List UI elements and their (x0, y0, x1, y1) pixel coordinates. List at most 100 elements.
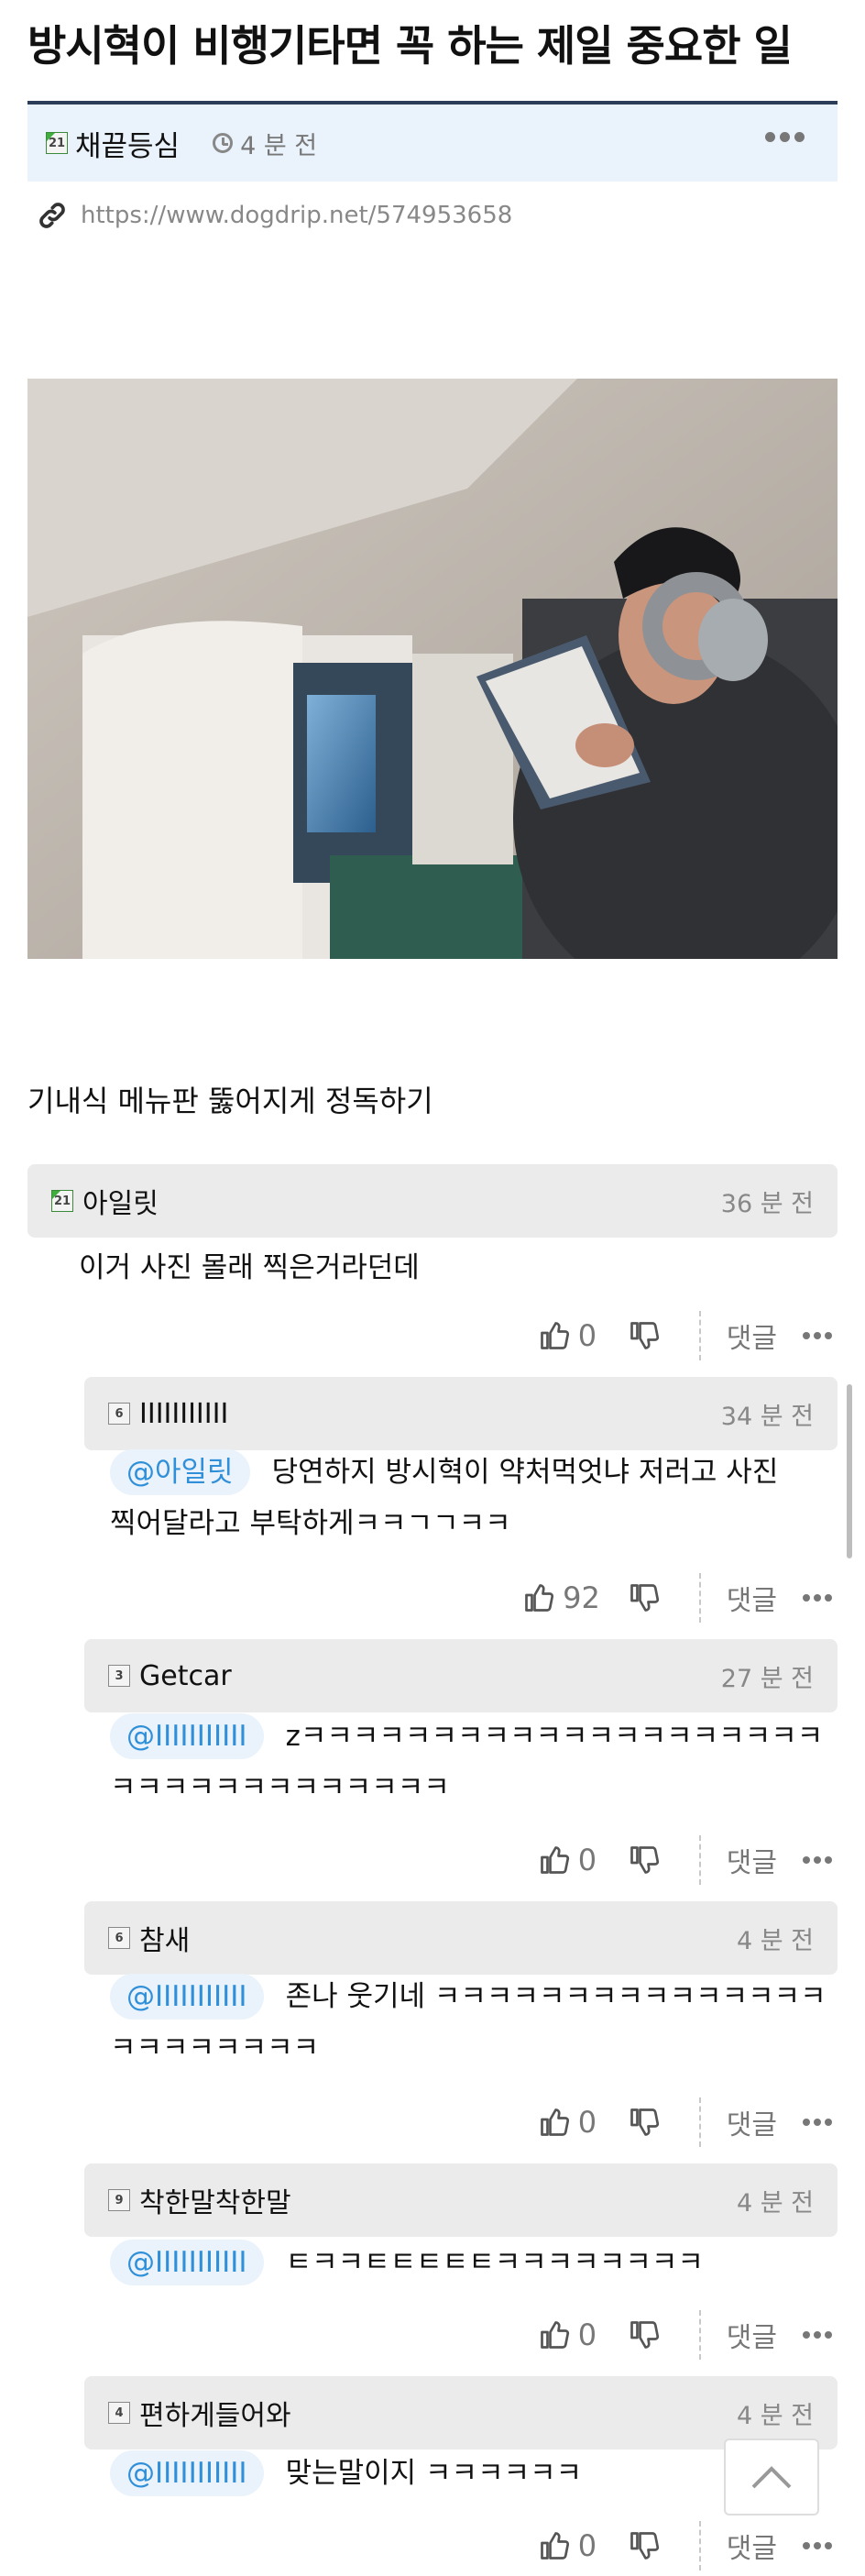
clock-icon (213, 133, 234, 153)
like-count: 0 (577, 2105, 597, 2140)
comment-text-line: ㅋㅋㅋㅋㅋㅋㅋㅋ (110, 2031, 320, 2064)
post-time: 4 분 전 (240, 131, 318, 160)
comment-body: 이거 사진 몰래 찍은거라던데 (79, 1242, 828, 1294)
thumbs-down-icon[interactable] (628, 2106, 661, 2139)
comment-time: 27 분 전 (720, 1664, 814, 1693)
chevron-up-icon (751, 2466, 792, 2489)
level-badge-icon: 6 (108, 1927, 130, 1949)
more-dots-icon[interactable] (803, 2331, 832, 2339)
comment-header: 21 아일릿 36 분 전 (27, 1164, 838, 1238)
comment-author[interactable]: 참새 (139, 1918, 190, 1958)
comment-body: @아일릿 당연하지 방시혁이 약처먹엇냐 저러고 사진찍어달라고 부탁하게ㅋㅋㄱㄱ… (110, 1447, 828, 1549)
comment-text-line: zㅋㅋㅋㅋㅋㅋㅋㅋㅋㅋㅋㅋㅋㅋㅋㅋㅋㅋㅋㅋ (285, 1720, 824, 1753)
level-badge-icon: 21 (46, 132, 68, 154)
comment: 21 아일릿 36 분 전 이거 사진 몰래 찍은거라던데 0 댓글 (27, 1164, 838, 1360)
comment-text-line: 맞는말이지 ㅋㅋㅋㅋㅋㅋ (285, 2457, 583, 2490)
level-badge-icon: 4 (108, 2402, 130, 2424)
like-count: 92 (563, 1580, 600, 1615)
thumbs-up-icon[interactable] (538, 2529, 571, 2562)
comment-mention[interactable]: @IIIIIIIIIII (110, 2240, 264, 2285)
comment-header: 6 IIIIIIIIIII 34 분 전 (84, 1377, 838, 1450)
reply-button[interactable]: 댓글 (727, 2102, 777, 2142)
comment-text-line: 찍어달라고 부탁하게ㅋㅋㄱㄱㅋㅋ (110, 1507, 511, 1540)
comment-actions: 0 댓글 (538, 1835, 838, 1885)
comment-actions: 92 댓글 (522, 1573, 838, 1623)
comment-header: 9 착한말착한말 4 분 전 (84, 2163, 838, 2237)
comment-author[interactable]: IIIIIIIIIII (139, 1398, 228, 1430)
comment-actions: 0 댓글 (538, 2521, 838, 2570)
comment-actions: 0 댓글 (538, 2310, 838, 2360)
comment-time: 34 분 전 (720, 1402, 814, 1431)
comment-header: 6 참새 4 분 전 (84, 1901, 838, 1975)
link-icon (39, 203, 65, 228)
comment-time: 4 분 전 (736, 2188, 814, 2218)
thumbs-down-icon[interactable] (628, 2529, 661, 2562)
comment-body: @IIIIIIIIIII 맞는말이지 ㅋㅋㅋㅋㅋㅋ (110, 2448, 828, 2499)
level-badge-icon: 9 (108, 2189, 130, 2211)
comment-body: @IIIIIIIIIII ㅌㅋㅋㅌㅌㅌㅌㅌㅋㅋㅋㅋㅋㅋㅋㅋ (110, 2237, 828, 2288)
comment-text-line: 존나 웃기네 ㅋㅋㅋㅋㅋㅋㅋㅋㅋㅋㅋㅋㅋㅋㅋ (285, 1980, 827, 2013)
comment-header: 4 편하게들어와 4 분 전 (84, 2376, 838, 2449)
thumbs-down-icon[interactable] (628, 1844, 661, 1877)
more-dots-icon[interactable] (803, 1332, 832, 1339)
post-author[interactable]: 채끝등심 (75, 123, 180, 164)
action-divider (698, 1573, 701, 1623)
more-dots-icon[interactable] (803, 2119, 832, 2126)
more-dots-icon[interactable] (803, 1594, 832, 1602)
more-dots-icon[interactable] (803, 1856, 832, 1864)
action-divider (698, 2310, 701, 2360)
thumbs-up-icon[interactable] (538, 2318, 571, 2351)
more-dots-icon[interactable] (803, 2542, 832, 2549)
comment-mention[interactable]: @IIIIIIIIIII (110, 2450, 264, 2496)
comment-mention[interactable]: @IIIIIIIIIII (110, 1713, 264, 1759)
reply-button[interactable]: 댓글 (727, 1316, 777, 1356)
reply-button[interactable]: 댓글 (727, 1840, 777, 1880)
comment-actions: 0 댓글 (538, 1311, 838, 1360)
thumbs-down-icon[interactable] (628, 1581, 661, 1614)
thumbs-up-icon[interactable] (538, 2106, 571, 2139)
thumbs-up-icon[interactable] (538, 1319, 571, 1352)
like-count: 0 (577, 2317, 597, 2352)
thumbs-down-icon[interactable] (628, 1319, 661, 1352)
comment-author[interactable]: 아일릿 (82, 1181, 159, 1221)
comment-author[interactable]: Getcar (139, 1660, 232, 1692)
comment-text-line: 당연하지 방시혁이 약처먹엇냐 저러고 사진 (271, 1456, 779, 1489)
reply-button[interactable]: 댓글 (727, 1578, 777, 1618)
thumbs-down-icon[interactable] (628, 2318, 661, 2351)
reply-button[interactable]: 댓글 (727, 2315, 777, 2355)
comment-text-line: ㅌㅋㅋㅌㅌㅌㅌㅌㅋㅋㅋㅋㅋㅋㅋㅋ (285, 2246, 704, 2279)
action-divider (698, 2521, 701, 2570)
level-badge-icon: 6 (108, 1403, 130, 1425)
comment: 6 참새 4 분 전 @IIIIIIIIIII 존나 웃기네 ㅋㅋㅋㅋㅋㅋㅋㅋㅋㅋ… (84, 1901, 838, 2147)
post-link[interactable]: https://www.dogdrip.net/574953658 (37, 200, 512, 231)
comment-author[interactable]: 착한말착한말 (139, 2180, 291, 2220)
comment: 3 Getcar 27 분 전 @IIIIIIIIIII zㅋㅋㅋㅋㅋㅋㅋㅋㅋㅋㅋ… (84, 1639, 838, 1885)
comment-header: 3 Getcar 27 분 전 (84, 1639, 838, 1712)
action-divider (698, 1835, 701, 1885)
scroll-top-button[interactable] (724, 2438, 819, 2515)
comment-mention[interactable]: @IIIIIIIIIII (110, 1974, 264, 2020)
reply-button[interactable]: 댓글 (727, 2526, 777, 2566)
post-body: 기내식 메뉴판 뚫어지게 정독하기 (27, 1084, 433, 1118)
level-badge-icon: 21 (51, 1190, 73, 1212)
comment-time: 4 분 전 (736, 1926, 814, 1955)
like-count: 0 (577, 1843, 597, 1877)
comment: 6 IIIIIIIIIII 34 분 전 @아일릿 당연하지 방시혁이 약처먹엇냐… (84, 1377, 838, 1623)
comment-actions: 0 댓글 (538, 2097, 838, 2147)
comment: 9 착한말착한말 4 분 전 @IIIIIIIIIII ㅌㅋㅋㅌㅌㅌㅌㅌㅋㅋㅋㅋㅋ… (84, 2163, 838, 2360)
post-meta-bar: 21 채끝등심 4 분 전 (27, 105, 838, 182)
thumbs-up-icon[interactable] (538, 1844, 571, 1877)
more-dots-icon[interactable] (765, 132, 805, 142)
comment-body: @IIIIIIIIIII zㅋㅋㅋㅋㅋㅋㅋㅋㅋㅋㅋㅋㅋㅋㅋㅋㅋㅋㅋㅋㅋㅋㅋㅋㅋㅋㅋ… (110, 1711, 828, 1813)
comment-mention[interactable]: @아일릿 (110, 1449, 250, 1495)
post-photo (27, 379, 838, 959)
comment-time: 4 분 전 (736, 2401, 814, 2430)
like-count: 0 (577, 1318, 597, 1353)
like-count: 0 (577, 2528, 597, 2563)
comment-time: 36 분 전 (720, 1189, 814, 1218)
scrollbar[interactable] (847, 1384, 852, 1558)
comment-text-line: ㅋㅋㅋㅋㅋㅋㅋㅋㅋㅋㅋㅋㅋ (110, 1771, 450, 1804)
post-url[interactable]: https://www.dogdrip.net/574953658 (81, 202, 512, 229)
thumbs-up-icon[interactable] (522, 1581, 555, 1614)
comment-author[interactable]: 편하게들어와 (139, 2393, 291, 2433)
